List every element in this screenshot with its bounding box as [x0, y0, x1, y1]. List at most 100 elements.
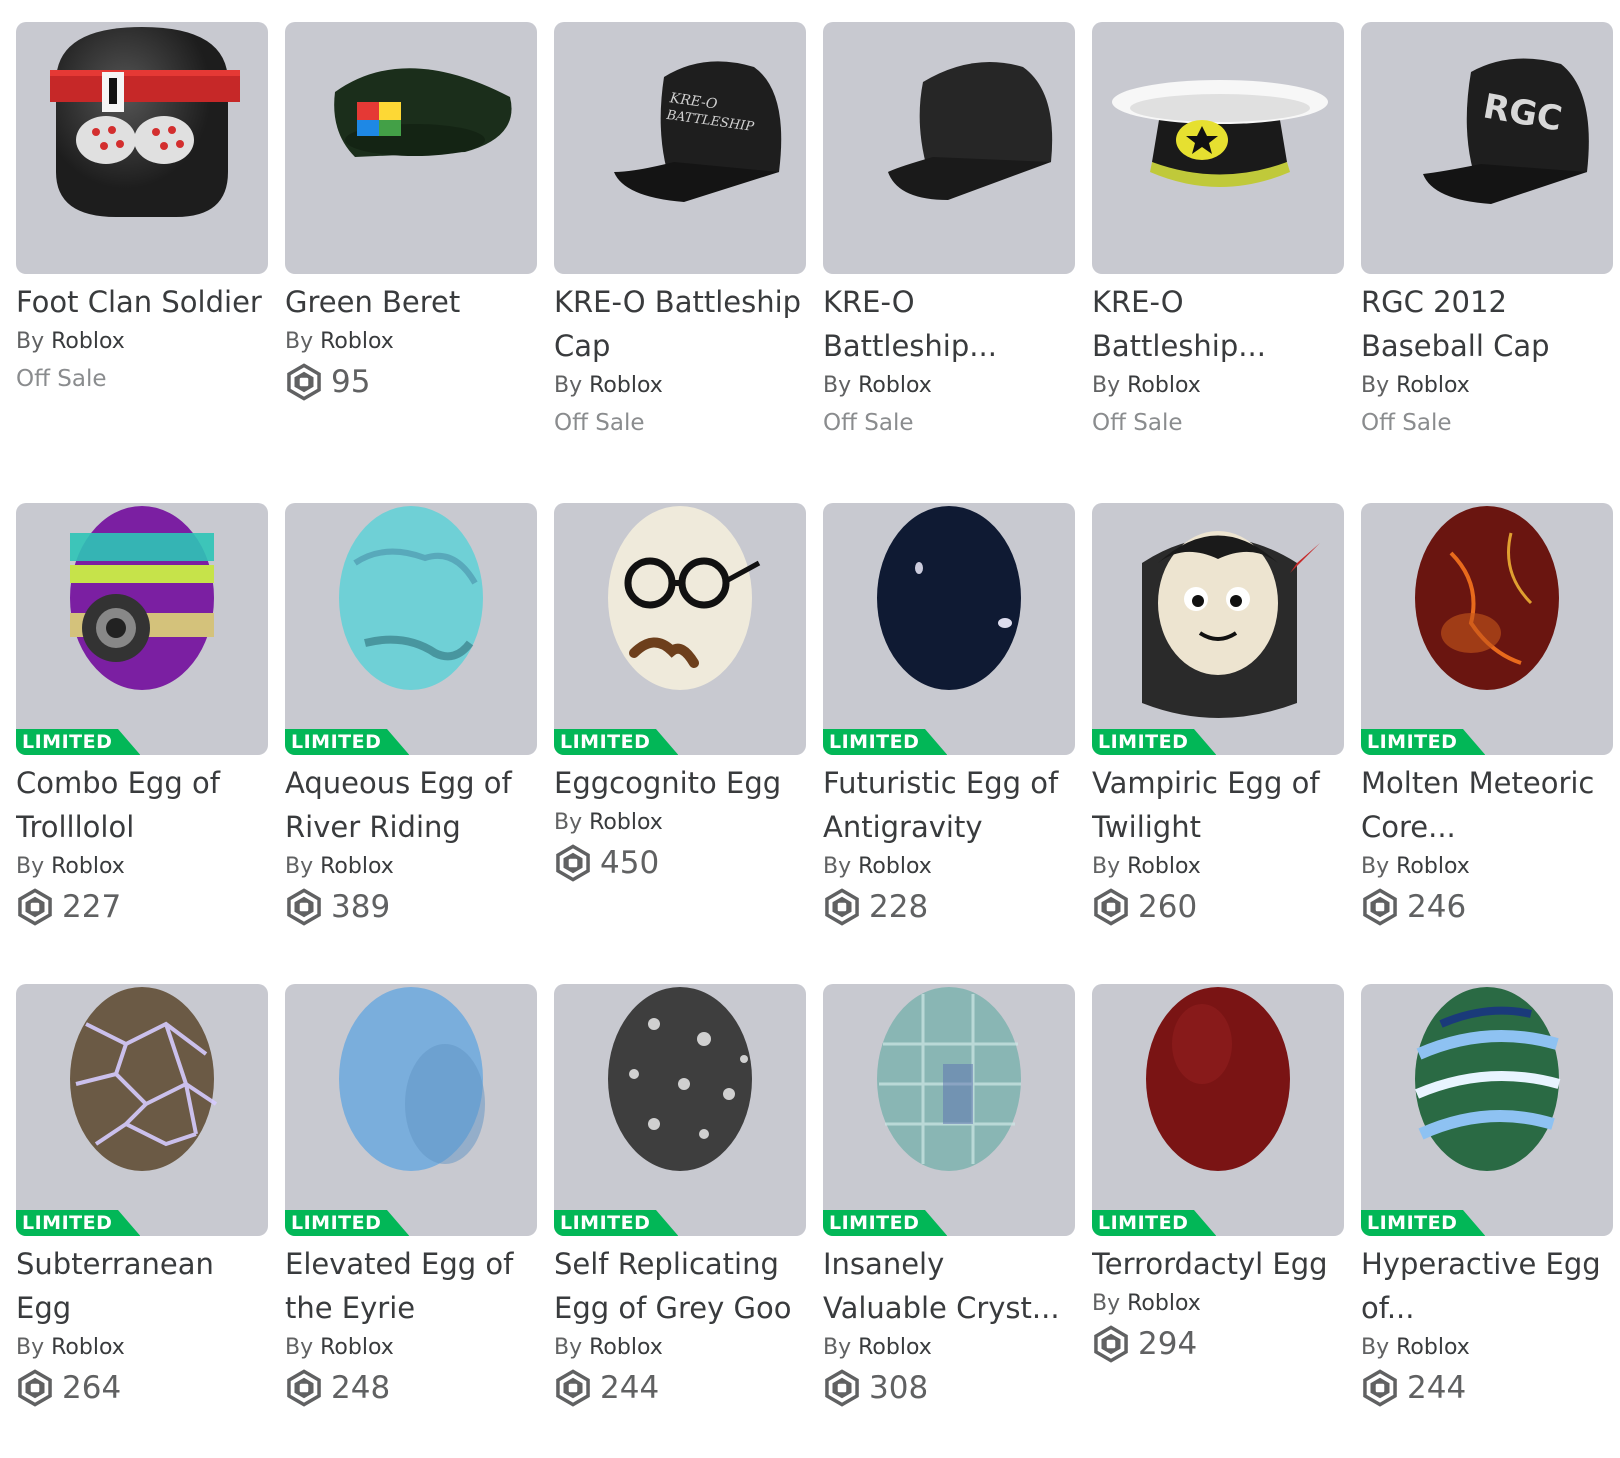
catalog-item-card[interactable]: Green Beret By Roblox 95	[285, 22, 537, 402]
egg-vamp-image	[1122, 531, 1320, 718]
item-thumbnail[interactable]	[16, 22, 268, 274]
item-price: 95	[285, 362, 537, 402]
item-name[interactable]: Green Beret	[285, 280, 537, 324]
creator-link[interactable]: Roblox	[1127, 373, 1201, 398]
item-name[interactable]: KRE-O Battleship...	[1092, 280, 1344, 368]
item-thumbnail[interactable]: LIMITED	[16, 984, 268, 1236]
item-creator: By Roblox	[285, 326, 537, 358]
item-creator: By Roblox	[16, 326, 268, 358]
catalog-item-card[interactable]: LIMITED Molten Meteoric Core... By Roblo…	[1361, 503, 1613, 927]
robux-icon	[1094, 1325, 1128, 1363]
robux-icon	[287, 363, 321, 401]
item-creator: By Roblox	[285, 1332, 537, 1364]
creator-link[interactable]: Roblox	[51, 1335, 125, 1360]
catalog-item-card[interactable]: LIMITED Self Replicating Egg of Grey Goo…	[554, 984, 806, 1408]
creator-link[interactable]: Roblox	[1127, 1291, 1201, 1316]
item-name[interactable]: KRE-O Battleship...	[823, 280, 1075, 368]
creator-by-label: By	[16, 854, 45, 879]
item-thumbnail[interactable]: RGC	[1361, 22, 1613, 274]
item-name[interactable]: Foot Clan Soldier	[16, 280, 268, 324]
item-name[interactable]: Insanely Valuable Cryst...	[823, 1242, 1075, 1330]
price-value: 248	[331, 1370, 391, 1406]
catalog-item-card[interactable]: KRE-O Battleship... By Roblox Off Sale	[1092, 22, 1344, 440]
item-thumbnail[interactable]: LIMITED	[823, 503, 1075, 755]
catalog-item-card[interactable]: KRE-O BATTLESHIP KRE-O Battleship Cap By…	[554, 22, 806, 440]
creator-link[interactable]: Roblox	[1127, 854, 1201, 879]
item-name[interactable]: Eggcognito Egg	[554, 761, 806, 805]
off-sale-label: Off Sale	[1092, 410, 1183, 436]
creator-link[interactable]: Roblox	[51, 329, 125, 354]
egg-crystal-image	[877, 987, 1021, 1171]
item-name[interactable]: Terrordactyl Egg	[1092, 1242, 1344, 1286]
item-thumbnail[interactable]: LIMITED	[823, 984, 1075, 1236]
item-name[interactable]: Hyperactive Egg of...	[1361, 1242, 1613, 1330]
item-creator: By Roblox	[823, 370, 1075, 402]
robux-icon	[1363, 888, 1397, 926]
creator-link[interactable]: Roblox	[1396, 854, 1470, 879]
item-thumbnail[interactable]: KRE-O BATTLESHIP	[554, 22, 806, 274]
item-name[interactable]: Vampiric Egg of Twilight	[1092, 761, 1344, 849]
creator-by-label: By	[1361, 373, 1390, 398]
catalog-item-card[interactable]: LIMITED Vampiric Egg of Twilight By Robl…	[1092, 503, 1344, 927]
cap-plain-image	[888, 62, 1053, 200]
catalog-item-card[interactable]: LIMITED Aqueous Egg of River Riding By R…	[285, 503, 537, 927]
item-name[interactable]: Combo Egg of Trolllolol	[16, 761, 268, 849]
catalog-item-card[interactable]: Foot Clan Soldier By Roblox Off Sale	[16, 22, 268, 396]
catalog-item-card[interactable]: LIMITED Futuristic Egg of Antigravity By…	[823, 503, 1075, 927]
item-price: 246	[1361, 887, 1613, 927]
creator-by-label: By	[285, 329, 314, 354]
item-thumbnail[interactable]	[1092, 22, 1344, 274]
item-thumbnail[interactable]	[285, 22, 537, 274]
catalog-item-card[interactable]: LIMITED Elevated Egg of the Eyrie By Rob…	[285, 984, 537, 1408]
creator-link[interactable]: Roblox	[858, 854, 932, 879]
item-price: 294	[1092, 1324, 1344, 1364]
robux-icon	[287, 1369, 321, 1407]
item-name[interactable]: Molten Meteoric Core...	[1361, 761, 1613, 849]
item-thumbnail[interactable]: LIMITED	[16, 503, 268, 755]
creator-link[interactable]: Roblox	[589, 1335, 663, 1360]
item-name[interactable]: RGC 2012 Baseball Cap	[1361, 280, 1613, 368]
creator-link[interactable]: Roblox	[51, 854, 125, 879]
catalog-item-card[interactable]: LIMITED Combo Egg of Trolllolol By Roblo…	[16, 503, 268, 927]
item-thumbnail[interactable]: LIMITED	[1092, 503, 1344, 755]
robux-icon	[1094, 888, 1128, 926]
item-thumbnail[interactable]: LIMITED	[1361, 984, 1613, 1236]
item-creator: By Roblox	[1361, 1332, 1613, 1364]
item-name[interactable]: Elevated Egg of the Eyrie	[285, 1242, 537, 1330]
item-thumbnail[interactable]: LIMITED	[1361, 503, 1613, 755]
catalog-item-card[interactable]: LIMITED Hyperactive Egg of... By Roblox …	[1361, 984, 1613, 1408]
item-thumbnail[interactable]: LIMITED	[554, 503, 806, 755]
creator-link[interactable]: Roblox	[320, 1335, 394, 1360]
creator-by-label: By	[1361, 1335, 1390, 1360]
item-thumbnail[interactable]: LIMITED	[285, 984, 537, 1236]
item-thumbnail[interactable]: LIMITED	[554, 984, 806, 1236]
robux-icon	[18, 888, 52, 926]
creator-link[interactable]: Roblox	[589, 373, 663, 398]
item-name[interactable]: KRE-O Battleship Cap	[554, 280, 806, 368]
catalog-item-card[interactable]: RGC RGC 2012 Baseball Cap By Roblox Off …	[1361, 22, 1613, 440]
creator-link[interactable]: Roblox	[589, 810, 663, 835]
item-name[interactable]: Aqueous Egg of River Riding	[285, 761, 537, 849]
price-value: 244	[1407, 1370, 1467, 1406]
robux-icon	[556, 1369, 590, 1407]
item-name[interactable]: Self Replicating Egg of Grey Goo	[554, 1242, 806, 1330]
catalog-item-card[interactable]: LIMITED Eggcognito Egg By Roblox 450	[554, 503, 806, 883]
item-name[interactable]: Futuristic Egg of Antigravity	[823, 761, 1075, 849]
catalog-item-card[interactable]: KRE-O Battleship... By Roblox Off Sale	[823, 22, 1075, 440]
item-thumbnail[interactable]: LIMITED	[285, 503, 537, 755]
catalog-item-card[interactable]: LIMITED Subterranean Egg By Roblox 264	[16, 984, 268, 1408]
creator-link[interactable]: Roblox	[320, 329, 394, 354]
catalog-item-card[interactable]: LIMITED Insanely Valuable Cryst... By Ro…	[823, 984, 1075, 1408]
item-thumbnail[interactable]	[823, 22, 1075, 274]
creator-link[interactable]: Roblox	[320, 854, 394, 879]
creator-link[interactable]: Roblox	[858, 1335, 932, 1360]
egg-sky-image	[339, 987, 485, 1171]
egg-molten-image	[1415, 506, 1559, 690]
catalog-item-card[interactable]: LIMITED Terrordactyl Egg By Roblox 294	[1092, 984, 1344, 1364]
item-name[interactable]: Subterranean Egg	[16, 1242, 268, 1330]
creator-link[interactable]: Roblox	[1396, 1335, 1470, 1360]
item-creator: By Roblox	[554, 370, 806, 402]
creator-link[interactable]: Roblox	[1396, 373, 1470, 398]
creator-link[interactable]: Roblox	[858, 373, 932, 398]
item-thumbnail[interactable]: LIMITED	[1092, 984, 1344, 1236]
